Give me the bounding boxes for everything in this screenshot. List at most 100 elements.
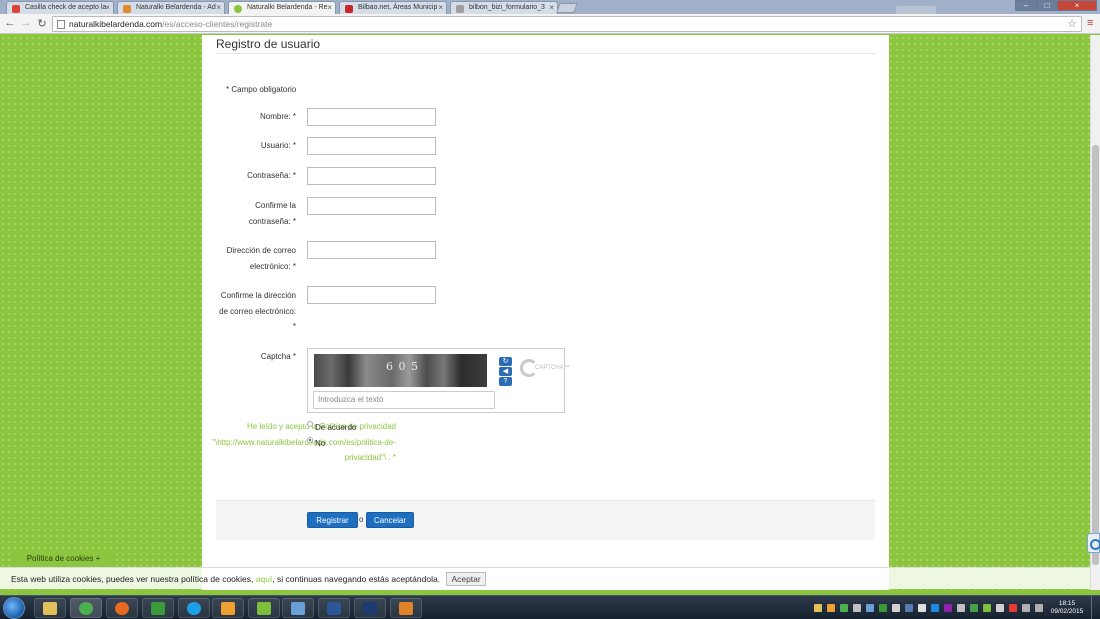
nombre-input[interactable] [307, 108, 436, 126]
tray-icon[interactable] [970, 604, 978, 612]
radio-button[interactable] [307, 421, 313, 427]
tray-icon[interactable] [892, 604, 900, 612]
start-button[interactable] [3, 597, 25, 619]
clock-date: 09/02/2015 [1050, 608, 1084, 615]
tray-icon[interactable] [905, 604, 913, 612]
accept-cookies-button[interactable]: Aceptar [446, 572, 486, 586]
dreamweaver-taskbar-icon[interactable] [248, 598, 280, 618]
registrar-button[interactable]: Registrar [307, 512, 358, 528]
tray-icon[interactable] [996, 604, 1004, 612]
tray-icon[interactable] [931, 604, 939, 612]
word-taskbar-icon[interactable] [318, 598, 350, 618]
tab-close-icon[interactable]: × [549, 3, 554, 12]
tab-favicon-icon [345, 5, 353, 13]
chrome-taskbar-icon[interactable] [70, 598, 102, 618]
captcha-digits: 6 0 5 [386, 360, 419, 373]
tray-icon[interactable] [983, 604, 991, 612]
cookie-text: Esta web utiliza cookies, puedes ver nue… [11, 574, 256, 584]
forward-icon[interactable]: → [19, 17, 33, 29]
tray-icon[interactable] [918, 604, 926, 612]
volume-tray-icon[interactable] [1035, 604, 1043, 612]
tray-icon[interactable] [866, 604, 874, 612]
tray-icon[interactable] [827, 604, 835, 612]
nombre-label: Nombre: * [259, 112, 296, 121]
clock-time: 18:15 [1058, 600, 1076, 607]
back-icon[interactable]: ← [3, 17, 17, 29]
tray-icon[interactable] [840, 604, 848, 612]
cookie-text-end: , si continuas navegando estás aceptándo… [272, 574, 441, 584]
page-title: Registro de usuario [216, 37, 321, 51]
skype-taskbar-icon[interactable] [178, 598, 210, 618]
recaptcha-logo-icon: CAPTCHA™ [520, 359, 570, 379]
radio-button-checked[interactable] [307, 437, 313, 443]
contrasena-label: Contraseña: * [247, 171, 296, 180]
bookmark-star-icon[interactable]: ☆ [1067, 17, 1077, 31]
required-note: * Campo obligatorio [226, 85, 297, 94]
confirm-contrasena-label: Confirme la contraseña: * [248, 201, 296, 226]
chrome-menu-icon[interactable]: ≡ [1087, 17, 1093, 29]
network-tray-icon[interactable] [1022, 604, 1030, 612]
tray-icon[interactable] [814, 604, 822, 612]
url-path: /es/acceso-clientes/registrate [162, 19, 273, 29]
close-window-button[interactable]: × [1057, 0, 1097, 11]
captcha-audio-icon[interactable]: ◀ [499, 367, 512, 376]
new-tab-button[interactable] [556, 3, 578, 13]
tab-label: Naturalki Belardenda - Ad [136, 4, 216, 11]
outlook-taskbar-icon[interactable] [390, 598, 422, 618]
tray-icon[interactable] [853, 604, 861, 612]
taskbar-clock[interactable]: 18:15 09/02/2015 [1050, 600, 1084, 616]
cancelar-button[interactable]: Cancelar [366, 512, 414, 528]
browser-tab-3-active[interactable]: Naturalki Belardenda - Re × [228, 1, 336, 14]
tray-icon[interactable] [1009, 604, 1017, 612]
usuario-input[interactable] [307, 137, 436, 155]
cookie-policy-link[interactable]: aquí [256, 574, 273, 584]
show-desktop-button[interactable] [1091, 596, 1100, 619]
photo-viewer-taskbar-icon[interactable] [282, 598, 314, 618]
contrasena-input[interactable] [307, 167, 436, 185]
confirm-contrasena-input[interactable] [307, 197, 436, 215]
confirm-email-input[interactable] [307, 286, 436, 304]
tray-icon[interactable] [957, 604, 965, 612]
tab-label: Casilla check de acepto la [25, 4, 107, 11]
explorer-taskbar-icon[interactable] [34, 598, 66, 618]
browser-toolbar: ← → ↻ naturalkibelardenda.com/es/acceso-… [0, 14, 1100, 34]
page-scrollbar[interactable] [1090, 35, 1100, 590]
browser-tab-4[interactable]: Bilbao.net, Áreas Municip × [339, 1, 447, 14]
firefox-taskbar-icon[interactable] [106, 598, 138, 618]
captcha-help-icon[interactable]: ? [499, 377, 512, 386]
tray-icon[interactable] [879, 604, 887, 612]
feedback-icon[interactable] [1087, 533, 1100, 553]
console-taskbar-icon[interactable] [354, 598, 386, 618]
email-input[interactable] [307, 241, 436, 259]
reload-icon[interactable]: ↻ [35, 17, 49, 30]
radio-de-acuerdo[interactable]: De acuerdo [307, 421, 356, 432]
tab-close-icon[interactable]: × [327, 3, 332, 12]
network-taskbar-icon[interactable] [142, 598, 174, 618]
scroll-thumb[interactable] [1092, 145, 1099, 565]
or-text: o [359, 515, 364, 524]
captcha-image: 6 0 5 [314, 354, 487, 387]
captcha-refresh-icon[interactable]: ↻ [499, 357, 512, 366]
browser-tab-5[interactable]: bilbon_bizi_formulario_3 × [450, 1, 558, 14]
radio-label: No [315, 439, 326, 448]
recaptcha-logo-text: CAPTCHA™ [535, 365, 570, 371]
tray-icon[interactable] [944, 604, 952, 612]
email-label: Dirección de correo electrónico: * [226, 246, 296, 271]
profile-chip[interactable] [896, 6, 936, 14]
tab-close-icon[interactable]: × [105, 3, 110, 12]
captcha-input[interactable]: Introduzca el texto [313, 391, 495, 409]
tab-label: Bilbao.net, Áreas Municip [358, 4, 438, 11]
cookie-banner: Esta web utiliza cookies, puedes ver nue… [0, 567, 1090, 589]
address-bar[interactable]: naturalkibelardenda.com/es/acceso-client… [52, 16, 1082, 32]
privacy-accept-label: He leído y acepto la Política de privaci… [212, 422, 396, 462]
browser-tab-1[interactable]: Casilla check de acepto la × [6, 1, 114, 14]
media-player-taskbar-icon[interactable] [212, 598, 244, 618]
tab-close-icon[interactable]: × [216, 3, 221, 12]
browser-tab-2[interactable]: Naturalki Belardenda - Ad × [117, 1, 225, 14]
tab-close-icon[interactable]: × [438, 3, 443, 12]
maximize-button[interactable]: □ [1037, 0, 1057, 11]
radio-no[interactable]: No [307, 437, 326, 448]
cookie-policy-tab[interactable]: Política de cookies + [11, 550, 116, 567]
tab-favicon-icon [12, 5, 20, 13]
minimize-button[interactable]: – [1015, 0, 1037, 11]
